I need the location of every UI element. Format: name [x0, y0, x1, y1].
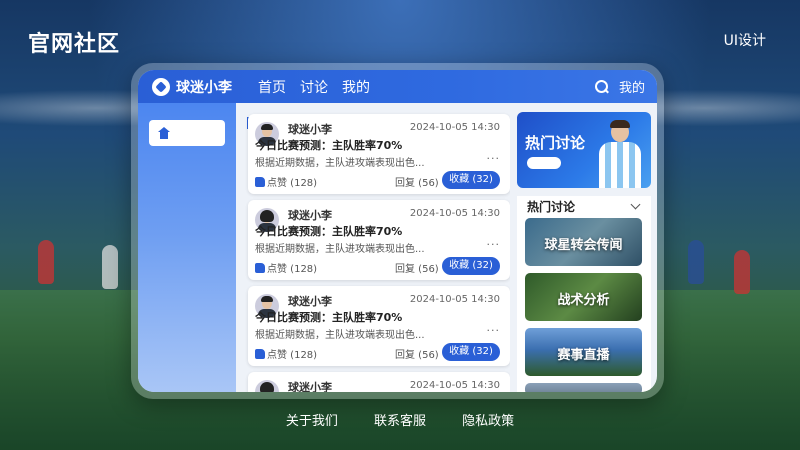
like-button[interactable]: 点赞 (128): [255, 260, 317, 275]
ui-design-tag: UI设计: [723, 33, 766, 49]
post-card[interactable]: 球迷小李 2024-10-05 14:30 今日比赛预测：主队胜率70% 根据近…: [248, 286, 510, 366]
hot-discussion-title: 热门讨论: [527, 200, 576, 214]
search-icon[interactable]: [594, 79, 609, 94]
background-player: [38, 240, 54, 284]
more-options-icon[interactable]: ···: [487, 324, 501, 337]
more-options-icon[interactable]: ···: [487, 152, 501, 165]
post-excerpt: 根据近期数据，主队进攻端表现出色...: [255, 158, 425, 169]
like-button[interactable]: 点赞 (128): [255, 346, 317, 361]
hot-discussion-banner[interactable]: 热门讨论: [517, 112, 651, 188]
post-time: 2024-10-05 14:30: [409, 380, 500, 391]
thumbs-up-icon: [255, 176, 265, 187]
like-label: 点赞 (128): [267, 264, 318, 275]
post-author[interactable]: 球迷小李: [288, 293, 332, 309]
post-title[interactable]: 今日比赛预测：主队胜率70%: [255, 223, 402, 239]
post-card[interactable]: 球迷小李 2024-10-05 14:30 今日比赛预测：主队胜率70% 根据近…: [248, 200, 510, 280]
post-excerpt: 根据近期数据，主队进攻端表现出色...: [255, 330, 425, 341]
sidebar-item-home[interactable]: [149, 120, 225, 146]
topic-card-transfer[interactable]: 球星转会传闻: [525, 218, 642, 266]
top-navigation-bar: 球迷小李 首页 讨论 我的 我的: [138, 70, 657, 103]
post-author[interactable]: 球迷小李: [288, 379, 332, 392]
reply-button[interactable]: 回复 (56): [395, 346, 439, 361]
chevron-down-icon[interactable]: [630, 199, 641, 210]
post-title[interactable]: 今日比赛预测：主队胜率70%: [255, 309, 402, 325]
like-button[interactable]: 点赞 (128): [255, 174, 317, 189]
background-player: [734, 250, 750, 294]
topbar-actions: 我的: [594, 70, 645, 103]
hot-discussion-header[interactable]: 热门讨论: [517, 196, 651, 216]
footer-link-about[interactable]: 关于我们: [286, 414, 338, 429]
hot-discussion-panel: 热门讨论 热门讨论 球星转会传闻 战术分析 赛事直播: [517, 112, 651, 392]
thumbs-up-icon: [255, 348, 265, 359]
banner-title: 热门讨论: [525, 134, 586, 152]
banner-button[interactable]: [527, 157, 561, 169]
home-icon: [158, 127, 170, 139]
topic-label: 赛事直播: [557, 348, 610, 363]
nav-item-home[interactable]: 首页: [258, 77, 286, 97]
app-screen: 球迷小李 首页 讨论 我的 我的 球迷小李 2024-10-05 14:30 今…: [138, 70, 657, 392]
footer-link-privacy[interactable]: 隐私政策: [462, 414, 514, 429]
like-label: 点赞 (128): [267, 178, 318, 189]
brand-logo[interactable]: 球迷小李: [152, 77, 232, 97]
brand-name: 球迷小李: [176, 79, 232, 96]
post-time: 2024-10-05 14:30: [409, 208, 500, 219]
sidebar: [138, 103, 236, 392]
favorite-button[interactable]: 收藏 (32): [442, 343, 500, 361]
football-logo-icon: [152, 77, 170, 96]
footer-link-support[interactable]: 联系客服: [374, 414, 426, 429]
post-card[interactable]: 球迷小李 2024-10-05 14:30 今日比赛预测：主队胜率70% 根据近…: [248, 114, 510, 194]
post-time: 2024-10-05 14:30: [409, 122, 500, 133]
topic-card-tactics[interactable]: 战术分析: [525, 273, 642, 321]
post-author[interactable]: 球迷小李: [288, 121, 332, 137]
main-nav: 首页 讨论 我的: [258, 77, 384, 97]
background-player: [688, 240, 704, 284]
avatar[interactable]: [255, 380, 279, 392]
topic-card-live[interactable]: 赛事直播: [525, 328, 642, 376]
post-time: 2024-10-05 14:30: [409, 294, 500, 305]
post-card[interactable]: 球迷小李 2024-10-05 14:30: [248, 372, 510, 392]
topic-label: 战术分析: [557, 293, 610, 308]
reply-button[interactable]: 回复 (56): [395, 260, 439, 275]
reply-button[interactable]: 回复 (56): [395, 174, 439, 189]
nav-item-discussion[interactable]: 讨论: [300, 77, 328, 97]
thumbs-up-icon: [255, 262, 265, 273]
topic-label: 球星转会传闻: [544, 238, 623, 253]
more-options-icon[interactable]: ···: [487, 238, 501, 251]
footer-links: 关于我们 联系客服 隐私政策: [0, 410, 800, 429]
favorite-button[interactable]: 收藏 (32): [442, 257, 500, 275]
post-excerpt: 根据近期数据，主队进攻端表现出色...: [255, 244, 425, 255]
favorite-button[interactable]: 收藏 (32): [442, 171, 500, 189]
nav-item-mine[interactable]: 我的: [342, 77, 370, 97]
mine-link[interactable]: 我的: [619, 77, 645, 96]
post-feed: 球迷小李 2024-10-05 14:30 今日比赛预测：主队胜率70% 根据近…: [236, 103, 510, 392]
player-image: [595, 120, 645, 188]
topic-card-partial[interactable]: [525, 383, 642, 392]
post-title[interactable]: 今日比赛预测：主队胜率70%: [255, 137, 402, 153]
like-label: 点赞 (128): [267, 350, 318, 361]
post-author[interactable]: 球迷小李: [288, 207, 332, 223]
background-player: [102, 245, 118, 289]
site-title: 官网社区: [28, 32, 121, 57]
